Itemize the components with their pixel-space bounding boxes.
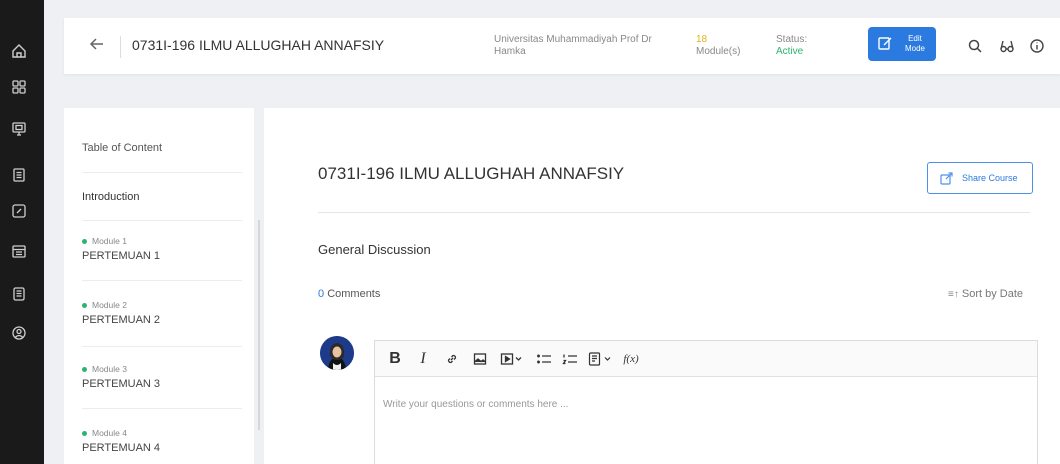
module-status-dot bbox=[82, 302, 87, 308]
comments-count: 0 Comments bbox=[318, 288, 380, 300]
toc-module-item[interactable]: Module 1 PERTEMUAN 1 bbox=[82, 236, 242, 262]
profile-icon[interactable] bbox=[8, 322, 30, 344]
module-number: Module 1 bbox=[92, 236, 127, 246]
left-rail bbox=[0, 0, 44, 464]
numbered-list-icon[interactable] bbox=[561, 349, 579, 369]
edit-mode-label: Edit Mode bbox=[904, 34, 925, 53]
back-arrow-icon[interactable] bbox=[88, 35, 110, 57]
file-icon[interactable] bbox=[587, 349, 615, 369]
editor-toolbar: B I f(x) bbox=[375, 341, 1037, 377]
sort-label: Sort by Date bbox=[961, 288, 1024, 300]
formula-icon[interactable]: f(x) bbox=[621, 349, 641, 369]
toc-module-item[interactable]: Module 4 PERTEMUAN 4 bbox=[82, 428, 242, 454]
comment-editor[interactable]: B I f(x) Write your questions or comment… bbox=[374, 340, 1038, 464]
sort-icon: ≡↑ bbox=[948, 289, 959, 300]
comments-count-label: Comments bbox=[327, 288, 381, 300]
module-name: PERTEMUAN 4 bbox=[82, 442, 161, 454]
module-number: Module 3 bbox=[92, 364, 127, 374]
module-name: PERTEMUAN 1 bbox=[82, 250, 161, 262]
discussion-title: General Discussion bbox=[318, 242, 431, 257]
share-course-button[interactable]: Share Course bbox=[927, 162, 1033, 194]
table-of-content: Table of Content Introduction Module 1 P… bbox=[64, 108, 260, 464]
course-header-bar: 0731I-196 ILMU ALLUGHAH ANNAFSIY Univers… bbox=[64, 18, 1060, 74]
toc-divider bbox=[82, 220, 242, 221]
info-icon[interactable] bbox=[1026, 35, 1048, 57]
bold-icon[interactable]: B bbox=[387, 349, 403, 369]
module-name: PERTEMUAN 3 bbox=[82, 378, 161, 390]
title-divider bbox=[318, 212, 1030, 213]
module-number: Module 2 bbox=[92, 300, 127, 310]
main-content: 0731I-196 ILMU ALLUGHAH ANNAFSIY Share C… bbox=[264, 108, 1060, 464]
toc-module-item[interactable]: Module 3 PERTEMUAN 3 bbox=[82, 364, 242, 390]
italic-icon[interactable]: I bbox=[415, 349, 431, 369]
university-name: Universitas Muhammadiyah Prof Dr Hamka bbox=[494, 34, 652, 57]
comments-count-number: 0 bbox=[318, 288, 325, 300]
header-divider bbox=[120, 36, 121, 58]
toc-module-item[interactable]: Module 2 PERTEMUAN 2 bbox=[82, 300, 242, 326]
toc-header: Table of Content bbox=[82, 142, 163, 154]
module-count-number: 18 bbox=[696, 34, 708, 45]
module-status-dot bbox=[82, 366, 87, 372]
toc-divider bbox=[82, 408, 242, 409]
monitor-icon[interactable] bbox=[8, 118, 30, 140]
module-status-dot bbox=[82, 238, 87, 244]
page-title: 0731I-196 ILMU ALLUGHAH ANNAFSIY bbox=[318, 164, 625, 183]
status-label: Status: bbox=[776, 34, 808, 45]
document-icon[interactable] bbox=[8, 283, 30, 305]
toc-divider bbox=[82, 280, 242, 281]
toc-divider bbox=[82, 172, 242, 173]
list-icon[interactable] bbox=[8, 164, 30, 186]
dashboard-icon[interactable] bbox=[8, 76, 30, 98]
calendar-icon[interactable] bbox=[8, 240, 30, 262]
home-icon[interactable] bbox=[8, 40, 30, 62]
comment-input-placeholder[interactable]: Write your questions or comments here ..… bbox=[383, 399, 568, 410]
glasses-icon[interactable] bbox=[996, 35, 1018, 57]
course-title: 0731I-196 ILMU ALLUGHAH ANNAFSIY bbox=[132, 37, 385, 53]
image-icon[interactable] bbox=[471, 349, 489, 369]
avatar bbox=[320, 336, 354, 370]
module-number: Module 4 bbox=[92, 428, 127, 438]
media-icon[interactable] bbox=[499, 349, 525, 369]
toc-divider bbox=[82, 346, 242, 347]
status-value: Active bbox=[776, 46, 804, 57]
share-course-label: Share Course bbox=[962, 173, 1018, 183]
module-count-label: Module(s) bbox=[696, 46, 741, 57]
toc-scrollbar[interactable] bbox=[258, 220, 260, 430]
link-icon[interactable] bbox=[443, 349, 461, 369]
module-name: PERTEMUAN 2 bbox=[82, 314, 161, 326]
status-indicator: Status: Active bbox=[776, 34, 826, 58]
module-count: 18 Module(s) bbox=[696, 34, 756, 58]
search-icon[interactable] bbox=[964, 35, 986, 57]
edit-icon[interactable] bbox=[8, 200, 30, 222]
edit-mode-icon bbox=[877, 35, 893, 54]
toc-introduction[interactable]: Introduction bbox=[82, 191, 139, 203]
edit-mode-button[interactable]: Edit Mode bbox=[868, 27, 936, 61]
sort-by-date-link[interactable]: ≡↑ Sort by Date bbox=[948, 288, 1023, 300]
share-icon bbox=[940, 172, 953, 188]
module-status-dot bbox=[82, 430, 87, 436]
bullet-list-icon[interactable] bbox=[535, 349, 553, 369]
